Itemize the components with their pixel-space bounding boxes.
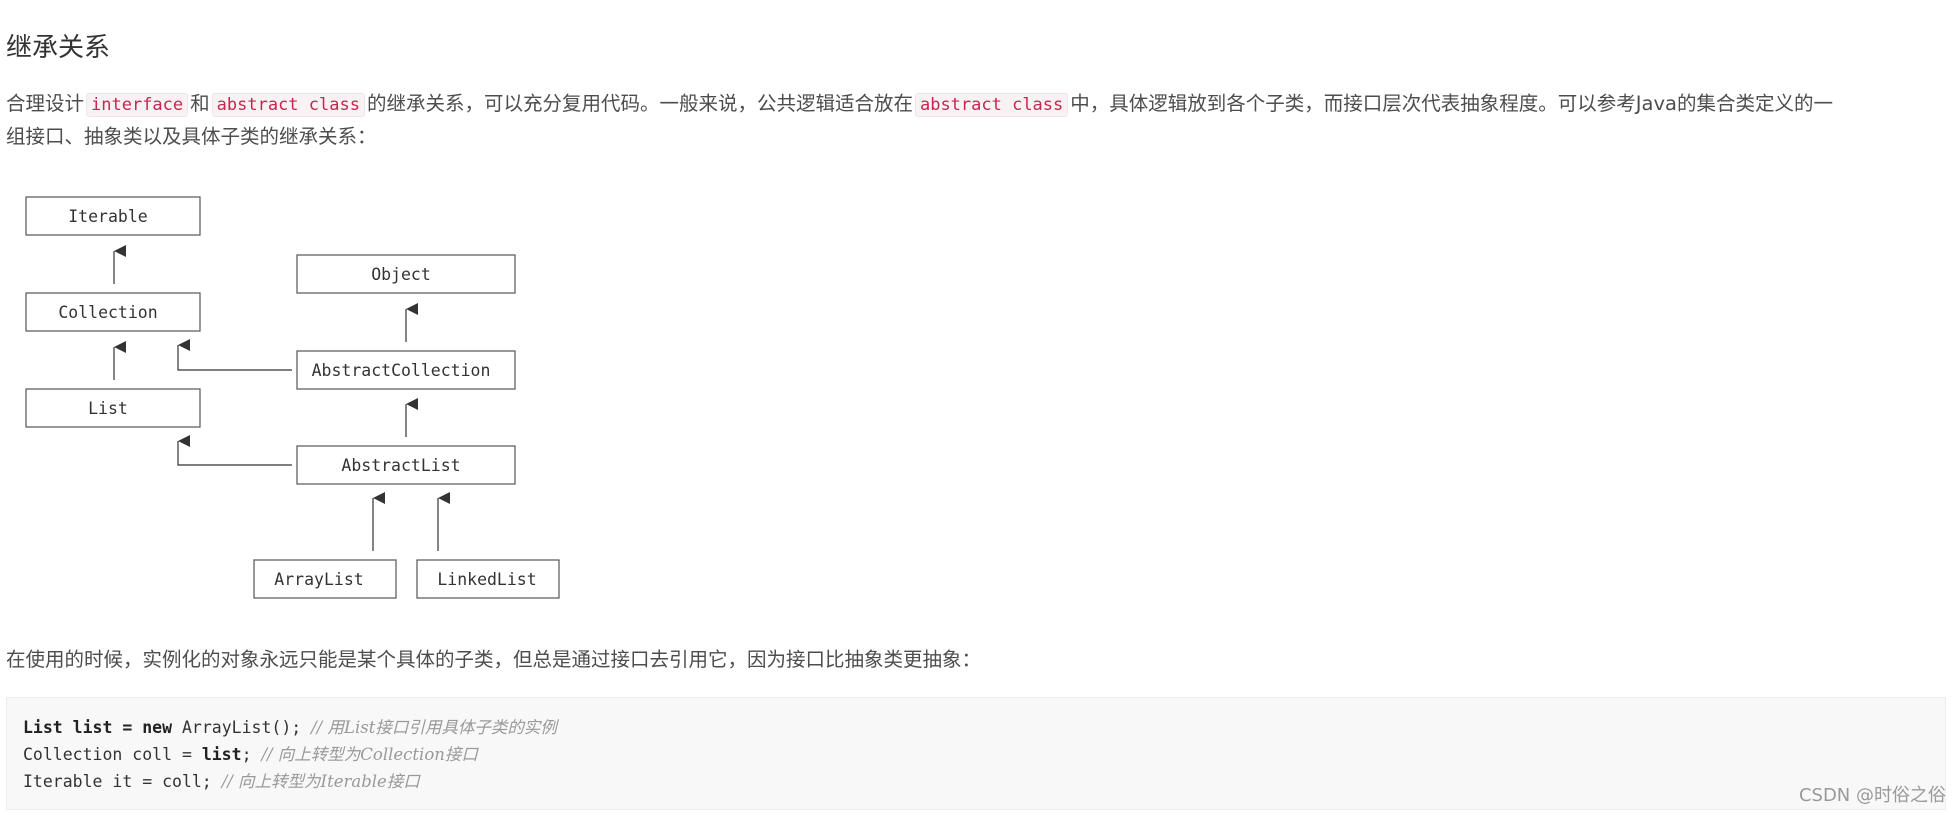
code-text: Iterable it = coll;	[23, 772, 222, 791]
inheritance-diagram: Iterable Collection List Object Abstract…	[25, 196, 560, 599]
intro-text-3: 的继承关系，可以充分复用代码。一般来说，公共逻辑适合放在	[366, 92, 913, 115]
code-variable-list: list	[201, 745, 242, 764]
intro-text-2: 和	[190, 92, 210, 115]
code-line-2: Collection coll = list; // 向上转型为Collecti…	[23, 741, 1929, 768]
code-block: List list = new ArrayList(); // 用List接口引…	[6, 697, 1946, 810]
node-iterable: Iterable	[25, 196, 201, 236]
intro-text-4: 中，具体逻辑放到各个子类，而接口层次代表抽象程度。可以参考Java的集合类定义的…	[1070, 92, 1833, 115]
code-text: list =	[62, 718, 143, 737]
inline-code-interface: interface	[86, 93, 189, 117]
code-comment: // 向上转型为Collection接口	[261, 745, 478, 764]
intro-paragraph: 合理设计 interface 和 abstract class 的继承关系，可以充分复用…	[6, 88, 1833, 152]
node-list-label: List	[88, 399, 128, 418]
code-keyword-list: List	[23, 718, 63, 737]
node-collection-label: Collection	[58, 303, 157, 322]
node-collection: Collection	[25, 292, 201, 332]
node-array-list: ArrayList	[253, 559, 397, 599]
watermark: CSDN @时俗之俗	[1798, 785, 1946, 806]
node-linked-list-label: LinkedList	[437, 570, 536, 589]
node-abstract-list: AbstractList	[296, 445, 516, 485]
edge-abstract-list-to-list	[177, 435, 292, 466]
code-text: ;	[241, 745, 262, 764]
code-comment: // 用List接口引用具体子类的实例	[311, 718, 557, 737]
node-abstract-collection-label: AbstractCollection	[312, 361, 491, 380]
node-object-label: Object	[371, 265, 431, 284]
intro-text-5: 组接口、抽象类以及具体子类的继承关系：	[6, 125, 377, 148]
usage-paragraph: 在使用的时候，实例化的对象永远只能是某个具体的子类，但总是通过接口去引用它，因为…	[6, 648, 982, 671]
node-abstract-list-label: AbstractList	[341, 456, 460, 475]
node-linked-list: LinkedList	[416, 559, 560, 599]
intro-text-1: 合理设计	[6, 92, 85, 115]
code-line-3: Iterable it = coll; // 向上转型为Iterable接口	[23, 768, 1929, 795]
node-abstract-collection: AbstractCollection	[296, 350, 516, 390]
code-comment: // 向上转型为Iterable接口	[221, 772, 420, 791]
node-object: Object	[296, 254, 516, 294]
code-text: Collection coll =	[23, 745, 202, 764]
intro-line-1: 合理设计 interface 和 abstract class 的继承关系，可以充分复用…	[6, 88, 1833, 121]
edge-abstract-collection-to-collection	[177, 339, 292, 371]
inline-code-abstract-class: abstract class	[211, 93, 365, 117]
inline-code-abstract-class-2: abstract class	[914, 93, 1069, 117]
intro-line-2: 组接口、抽象类以及具体子类的继承关系：	[6, 121, 1833, 152]
code-line-1: List list = new ArrayList(); // 用List接口引…	[23, 714, 1929, 741]
code-keyword-new: new	[142, 718, 173, 737]
node-iterable-label: Iterable	[68, 207, 147, 226]
node-array-list-label: ArrayList	[274, 570, 363, 589]
node-list: List	[25, 388, 201, 428]
code-text: ArrayList();	[172, 718, 312, 737]
section-heading: 继承关系	[6, 33, 111, 63]
